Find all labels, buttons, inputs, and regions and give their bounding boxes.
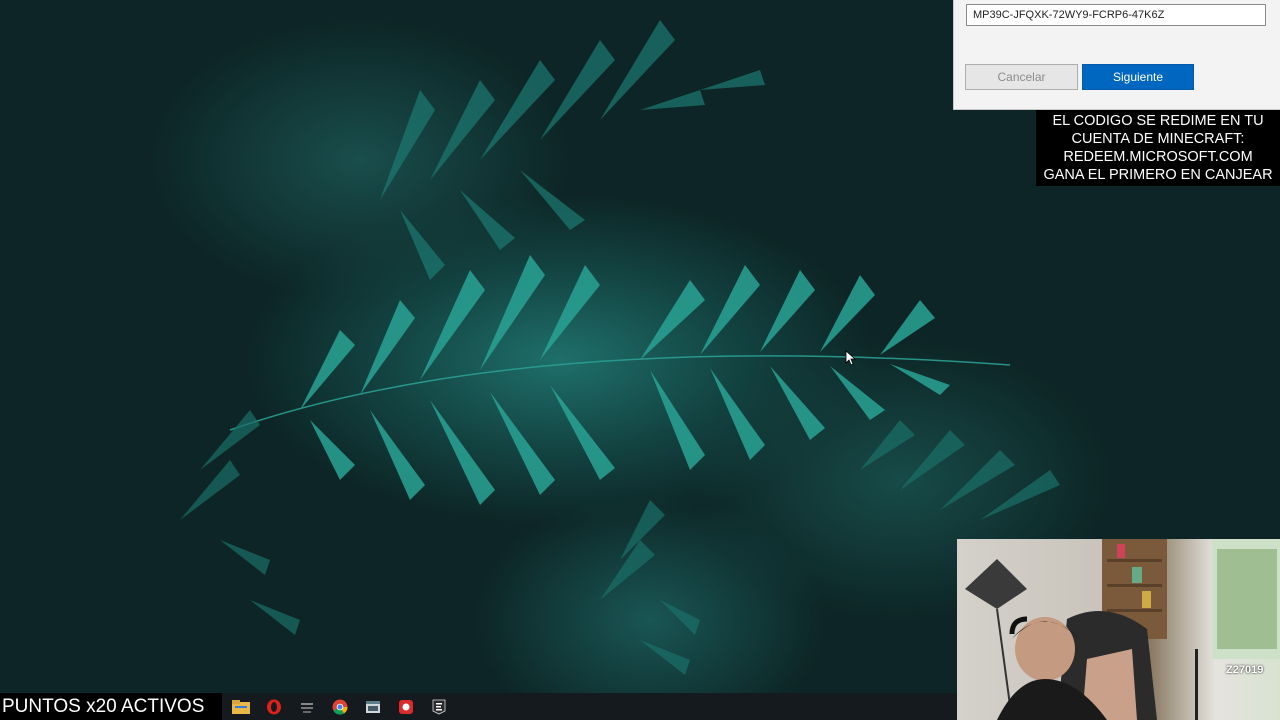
overlay-line: EL CODIGO SE REDIME EN TU — [1052, 113, 1264, 129]
opera-icon[interactable] — [263, 697, 285, 717]
points-overlay-label: PUNTOS x20 ACTIVOS — [0, 693, 222, 720]
overlay-line: GANA EL PRIMERO EN CANJEAR — [1043, 167, 1273, 183]
redeem-code-dialog: Cancelar Siguiente — [953, 0, 1280, 110]
epic-games-icon[interactable] — [428, 697, 450, 717]
taskbar: PUNTOS x20 ACTIVOS — [0, 693, 957, 720]
webcam-badge: Z27019 — [1226, 664, 1264, 676]
app-icon[interactable] — [296, 697, 318, 717]
overlay-line: CUENTA DE MINECRAFT: — [1071, 131, 1245, 147]
mouse-cursor-icon — [845, 350, 857, 366]
webcam-scene — [965, 539, 1280, 720]
stream-overlay-text: EL CODIGO SE REDIME EN TU CUENTA DE MINE… — [1036, 110, 1280, 186]
app-window-icon[interactable] — [362, 697, 384, 717]
red-app-icon[interactable] — [395, 697, 417, 717]
overlay-line: REDEEM.MICROSOFT.COM — [1063, 149, 1253, 165]
file-explorer-icon[interactable] — [230, 697, 252, 717]
code-input[interactable] — [966, 4, 1266, 26]
desktop: Cancelar Siguiente EL CODIGO SE REDIME E… — [0, 0, 1280, 720]
webcam-feed: Z27019 — [957, 539, 1280, 720]
next-button[interactable]: Siguiente — [1082, 64, 1194, 90]
cancel-button[interactable]: Cancelar — [965, 64, 1078, 90]
chrome-icon[interactable] — [329, 697, 351, 717]
